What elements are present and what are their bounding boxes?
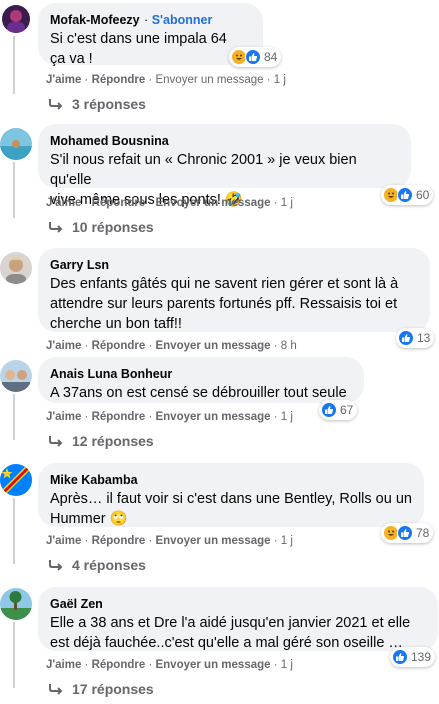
reaction-count: 67 xyxy=(340,403,354,417)
avatar[interactable] xyxy=(0,464,32,496)
like-icon xyxy=(397,525,413,541)
reply-action[interactable]: Répondre xyxy=(92,340,146,352)
replies-count: 10 réponses xyxy=(72,219,154,235)
comment-time[interactable]: 1 j xyxy=(281,659,293,671)
reply-arrow-icon xyxy=(49,436,63,447)
reply-action[interactable]: Répondre xyxy=(92,74,146,86)
like-action[interactable]: J'aime xyxy=(46,197,81,209)
message-action[interactable]: Envoyer un message xyxy=(155,411,270,423)
reaction-summary[interactable]: 139 xyxy=(390,647,436,667)
comment-actions: J'aime · Répondre · Envoyer un message ·… xyxy=(46,74,286,86)
message-action[interactable]: Envoyer un message xyxy=(155,197,270,209)
reaction-summary[interactable]: 13 xyxy=(396,328,435,348)
like-action[interactable]: J'aime xyxy=(46,535,81,547)
replies-count: 3 réponses xyxy=(72,96,146,112)
comment-author[interactable]: Mohamed Bousnina xyxy=(50,134,169,148)
thread-line xyxy=(13,622,15,688)
comment-actions: J'aime · Répondre · Envoyer un message ·… xyxy=(46,659,293,671)
comment-text-line: cherche un bon taff!! xyxy=(50,316,182,332)
comment-text-line: Si c'est dans une impala 64 xyxy=(50,31,227,47)
reply-arrow-icon xyxy=(49,99,63,110)
reaction-summary[interactable]: 67 xyxy=(319,400,358,420)
reaction-summary[interactable]: 60 xyxy=(381,185,434,205)
avatar[interactable] xyxy=(2,5,30,33)
comment-bubble: Mohamed Bousnina S'il nous refait un « C… xyxy=(38,124,411,208)
reaction-summary[interactable]: 78 xyxy=(381,523,434,543)
view-replies[interactable]: 17 réponses xyxy=(48,681,154,697)
follow-link[interactable]: S'abonner xyxy=(152,13,213,27)
comment-bubble: Gaël Zen Elle a 38 ans et Dre l'a aidé j… xyxy=(38,587,438,651)
comment-actions: J'aime · Répondre · Envoyer un message ·… xyxy=(46,340,297,352)
reply-action[interactable]: Répondre xyxy=(92,197,146,209)
comment-bubble: Garry Lsn Des enfants gâtés qui ne saven… xyxy=(38,248,430,332)
like-action[interactable]: J'aime xyxy=(46,74,81,86)
comment-author[interactable]: Mike Kabamba xyxy=(50,473,138,487)
comment-text-line: ça va ! xyxy=(50,51,93,67)
comment-author[interactable]: Garry Lsn xyxy=(50,258,109,272)
message-action[interactable]: Envoyer un message xyxy=(155,535,270,547)
comment-actions: J'aime · Répondre · Envoyer un message ·… xyxy=(46,535,293,547)
reaction-summary[interactable]: 84 xyxy=(229,47,282,67)
view-replies[interactable]: 3 réponses xyxy=(48,96,146,112)
avatar[interactable] xyxy=(0,252,32,284)
comment-text-line: S'il nous refait un « Chronic 2001 » je … xyxy=(50,152,357,188)
comment-author[interactable]: Anais Luna Bonheur xyxy=(50,367,172,381)
reply-arrow-icon xyxy=(49,222,63,233)
like-icon xyxy=(397,187,413,203)
message-action[interactable]: Envoyer un message xyxy=(155,340,270,352)
replies-count: 4 réponses xyxy=(72,557,146,573)
avatar[interactable] xyxy=(0,360,32,392)
comment-text-line: est déjà fauchée..c'est qu'elle a mal gé… xyxy=(50,635,403,651)
comment-actions: J'aime · Répondre · Envoyer un message ·… xyxy=(46,197,293,209)
like-icon xyxy=(392,649,408,665)
replies-count: 17 réponses xyxy=(72,681,154,697)
reply-action[interactable]: Répondre xyxy=(92,535,146,547)
reply-action[interactable]: Répondre xyxy=(92,411,146,423)
comment-text-line: Hummer 🙄 xyxy=(50,511,128,527)
replies-count: 12 réponses xyxy=(72,433,154,449)
reply-arrow-icon xyxy=(49,560,63,571)
comment-text-line: A 37ans on est censé se débrouiller tout… xyxy=(50,385,347,401)
comment-text-line: attendre sur leurs parents fortunés pff.… xyxy=(50,296,398,312)
comment-actions: J'aime · Répondre · Envoyer un message ·… xyxy=(46,411,293,423)
comment-bubble: Mike Kabamba Après… il faut voir si c'es… xyxy=(38,463,424,527)
view-replies[interactable]: 4 réponses xyxy=(48,557,146,573)
message-action[interactable]: Envoyer un message xyxy=(155,74,263,86)
reply-arrow-icon xyxy=(49,684,63,695)
message-action[interactable]: Envoyer un message xyxy=(155,659,270,671)
reaction-count: 78 xyxy=(416,526,430,540)
like-action[interactable]: J'aime xyxy=(46,411,81,423)
like-action[interactable]: J'aime xyxy=(46,659,81,671)
thread-line xyxy=(13,36,15,94)
view-replies[interactable]: 10 réponses xyxy=(48,219,154,235)
comment-text-line: Des enfants gâtés qui ne savent rien gér… xyxy=(50,276,399,292)
reply-action[interactable]: Répondre xyxy=(92,659,146,671)
avatar[interactable] xyxy=(0,588,32,620)
comment-text-line: Après… il faut voir si c'est dans une Be… xyxy=(50,491,412,507)
thread-line xyxy=(13,394,15,440)
thread-line xyxy=(13,162,15,218)
view-replies[interactable]: 12 réponses xyxy=(48,433,154,449)
comment-author[interactable]: Gaël Zen xyxy=(50,597,103,611)
comment-time[interactable]: 1 j xyxy=(274,74,286,86)
comment-time[interactable]: 1 j xyxy=(281,197,293,209)
like-icon xyxy=(245,49,261,65)
comment-text-line: Elle a 38 ans et Dre l'a aidé jusqu'en j… xyxy=(50,615,411,631)
reaction-count: 139 xyxy=(411,650,432,664)
comment-time[interactable]: 1 j xyxy=(281,411,293,423)
avatar[interactable] xyxy=(0,128,32,160)
like-icon xyxy=(321,402,337,418)
like-icon xyxy=(398,330,414,346)
reaction-count: 84 xyxy=(264,50,278,64)
reaction-count: 60 xyxy=(416,188,430,202)
comment-bubble: Anais Luna Bonheur A 37ans on est censé … xyxy=(38,357,364,403)
thread-line xyxy=(13,498,15,564)
comment-time[interactable]: 1 j xyxy=(281,535,293,547)
comment-author[interactable]: Mofak-Mofeezy xyxy=(50,13,140,27)
comment-time[interactable]: 8 h xyxy=(281,340,297,352)
reaction-count: 13 xyxy=(417,331,431,345)
like-action[interactable]: J'aime xyxy=(46,340,81,352)
